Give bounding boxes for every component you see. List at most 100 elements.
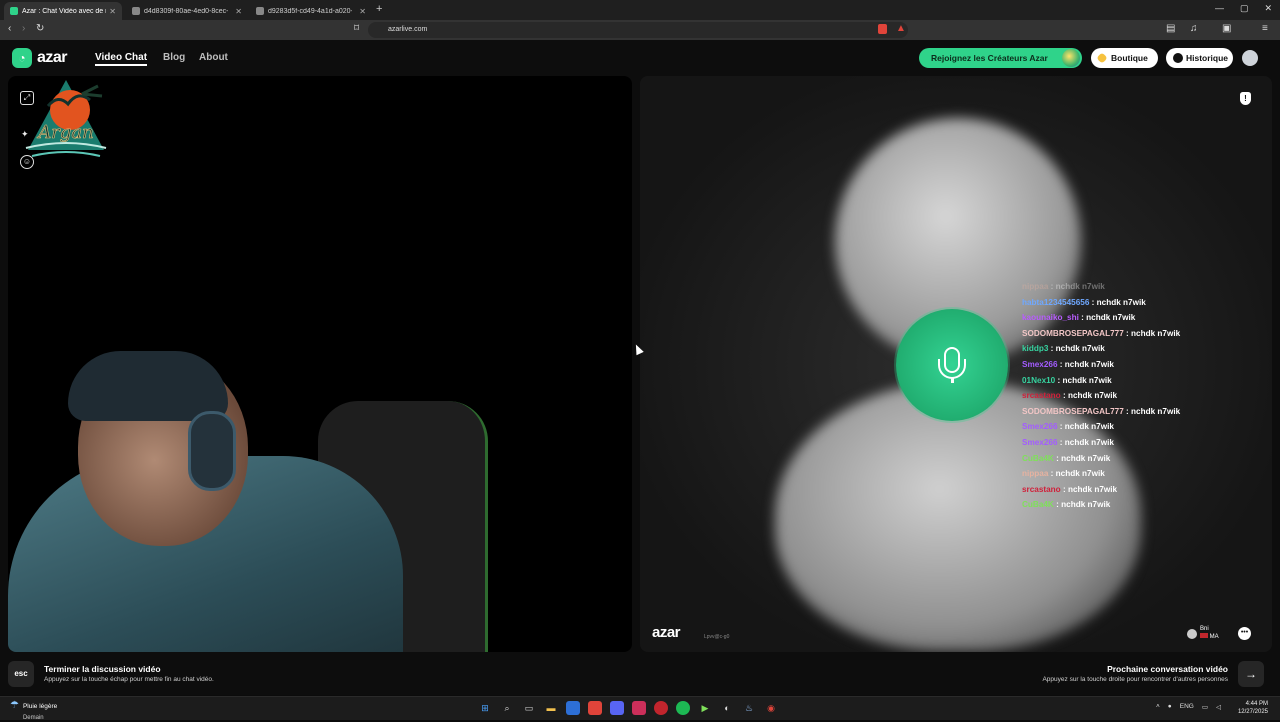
play-icon[interactable]: ▶ bbox=[698, 701, 712, 715]
page-favicon-icon bbox=[132, 7, 140, 15]
arrow-right-icon[interactable]: → bbox=[1238, 661, 1264, 687]
language-indicator[interactable]: ENG bbox=[1180, 703, 1194, 711]
volume-icon[interactable]: ◁ bbox=[1216, 703, 1221, 711]
wallet-icon[interactable]: ▣ bbox=[1222, 23, 1231, 34]
chat-text: nchdk n7wik bbox=[1064, 437, 1114, 447]
minimize-button[interactable]: — bbox=[1215, 3, 1224, 14]
nav-link-about[interactable]: About bbox=[199, 52, 228, 63]
azar-logo[interactable]: ◔ azar bbox=[12, 48, 68, 68]
menu-icon[interactable]: ≡ bbox=[1262, 23, 1268, 34]
argan-logo-text: Argan bbox=[36, 122, 93, 143]
taskbar-clock[interactable]: 4:44 PM 12/27/2025 bbox=[1238, 700, 1268, 716]
back-icon[interactable]: ‹ bbox=[8, 23, 11, 34]
chat-username: srcastano bbox=[1022, 391, 1061, 401]
spotify-icon[interactable] bbox=[676, 701, 690, 715]
profile-avatar-icon[interactable] bbox=[1242, 50, 1258, 66]
bookmark-icon[interactable]: ⌑ bbox=[354, 23, 359, 34]
browser-tab-bar: Azar : Chat Vidéo avec de no ✕ d4d8309f-… bbox=[0, 0, 1280, 20]
chat-message: 01Nex10 : nchdk n7wik bbox=[1022, 376, 1232, 392]
chat-separator: : bbox=[1048, 469, 1056, 479]
chat-username: kiddp3 bbox=[1022, 344, 1049, 354]
logo-wordmark: azar bbox=[37, 49, 68, 66]
media-icon[interactable]: ♫ bbox=[1190, 23, 1198, 34]
discord-icon[interactable] bbox=[610, 701, 624, 715]
weather-title: Pluie légère bbox=[22, 703, 58, 710]
weather-widget[interactable]: ☂ Pluie légère Demain bbox=[10, 700, 57, 722]
microphone-stem bbox=[951, 377, 954, 383]
close-tab-icon[interactable]: ✕ bbox=[359, 7, 366, 16]
historique-label: Historique bbox=[1186, 53, 1229, 63]
chat-message: habta1234545656 : nchdk n7wik bbox=[1022, 298, 1232, 314]
clock-time: 4:44 PM bbox=[1245, 701, 1268, 707]
chevron-up-icon[interactable]: ˄ bbox=[1156, 703, 1160, 711]
report-shield-icon[interactable]: ! bbox=[1240, 92, 1251, 105]
reload-icon[interactable]: ↻ bbox=[36, 23, 44, 34]
close-tab-icon[interactable]: ✕ bbox=[109, 7, 116, 16]
chat-text: nchdk n7wik bbox=[1064, 359, 1114, 369]
store-icon[interactable] bbox=[566, 701, 580, 715]
url-text: azarlive.com bbox=[388, 26, 428, 33]
tab-title: d4d8309f-80ae-4ed0-8cec-fe9942e0 bbox=[144, 7, 228, 15]
brave-shield-icon[interactable] bbox=[878, 24, 887, 34]
close-window-button[interactable]: ✕ bbox=[1264, 3, 1272, 14]
chat-bubble-icon[interactable]: ••• bbox=[1238, 627, 1251, 640]
chat-text: nchdk n7wik bbox=[1055, 282, 1105, 291]
session-id: Lpvv@c-g0 bbox=[704, 634, 730, 640]
file-explorer-icon[interactable]: ▬ bbox=[544, 701, 558, 715]
chat-text: nchdk n7wik bbox=[1086, 313, 1136, 323]
chat-text: nchdk n7wik bbox=[1067, 484, 1118, 494]
mic-tray-icon[interactable]: ● bbox=[1168, 703, 1172, 711]
chat-username: SODOMBROSEPAGAL777 bbox=[1022, 406, 1124, 416]
chat-message: CuBa4K : nchdk n7wik bbox=[1022, 500, 1232, 516]
search-icon[interactable]: ⌕ bbox=[500, 701, 514, 715]
top-navigation: ◔ azar Video Chat Blog About Rejoignez l… bbox=[0, 40, 1280, 76]
join-creators-button[interactable]: Rejoignez les Créateurs Azar bbox=[919, 48, 1082, 68]
forward-icon[interactable]: › bbox=[22, 23, 25, 34]
chat-separator: : bbox=[1060, 484, 1068, 494]
app-icon[interactable] bbox=[632, 701, 646, 715]
system-tray: ˄ ● ENG ▭ ◁ bbox=[1156, 703, 1221, 711]
record-icon[interactable] bbox=[654, 701, 668, 715]
browser-tab-azar[interactable]: Azar : Chat Vidéo avec de no ✕ bbox=[4, 2, 122, 20]
steam-icon[interactable]: ♨ bbox=[742, 701, 756, 715]
chat-message: kiddp3 : nchdk n7wik bbox=[1022, 344, 1232, 360]
remote-user-info[interactable]: Bni MA bbox=[1187, 626, 1219, 641]
chat-username: srcastano bbox=[1022, 484, 1061, 494]
address-bar[interactable]: azarlive.com bbox=[368, 22, 908, 38]
weather-subtitle: Demain bbox=[22, 715, 44, 721]
close-tab-icon[interactable]: ✕ bbox=[235, 7, 242, 16]
browser-tab-2[interactable]: d4d8309f-80ae-4ed0-8cec-fe9942e0 ✕ bbox=[126, 2, 248, 20]
git-icon[interactable]: ◐ bbox=[720, 701, 734, 715]
chat-text: nchdk n7wik bbox=[1062, 375, 1112, 385]
boutique-button[interactable]: Boutique bbox=[1091, 48, 1158, 68]
remote-user-name: Bni bbox=[1200, 626, 1209, 632]
windows-start-icon[interactable]: ⊞ bbox=[478, 701, 492, 715]
brave-browser-icon[interactable] bbox=[588, 701, 602, 715]
sidebar-icon[interactable]: ▤ bbox=[1166, 23, 1175, 34]
chat-message: Smex266 : nchdk n7wik bbox=[1022, 422, 1232, 438]
local-video-feed bbox=[8, 76, 632, 652]
nav-link-blog[interactable]: Blog bbox=[163, 52, 185, 63]
microphone-arc bbox=[938, 359, 966, 379]
chat-separator: : bbox=[1057, 422, 1065, 432]
chat-separator: : bbox=[1089, 297, 1097, 307]
chat-separator: : bbox=[1057, 437, 1065, 447]
chat-text: nchdk n7wik bbox=[1067, 391, 1118, 401]
chat-username: CuBa4K bbox=[1022, 500, 1054, 510]
obs-icon[interactable]: ◉ bbox=[764, 701, 778, 715]
azar-logo-icon: ◔ bbox=[12, 48, 32, 68]
maximize-button[interactable]: ▢ bbox=[1240, 3, 1249, 14]
next-chat-description: Appuyez sur la touche droite pour rencon… bbox=[1042, 676, 1228, 683]
new-tab-button[interactable]: + bbox=[376, 3, 382, 15]
browser-tab-3[interactable]: d9283d5f-cd49-4a1d-a020-4db20fc ✕ bbox=[250, 2, 372, 20]
next-chat-title: Prochaine conversation vidéo bbox=[1107, 664, 1228, 674]
rewards-icon[interactable]: ▲ bbox=[896, 23, 906, 34]
task-view-icon[interactable]: ▭ bbox=[522, 701, 536, 715]
chat-separator: : bbox=[1123, 328, 1132, 338]
network-icon[interactable]: ▭ bbox=[1202, 703, 1208, 711]
argan-overlay-logo: Argan bbox=[25, 80, 107, 157]
esc-key-button[interactable]: esc bbox=[8, 661, 34, 687]
voice-chat-mic-button[interactable] bbox=[896, 309, 1008, 421]
historique-button[interactable]: Historique bbox=[1166, 48, 1233, 68]
nav-link-video-chat[interactable]: Video Chat bbox=[95, 52, 148, 66]
